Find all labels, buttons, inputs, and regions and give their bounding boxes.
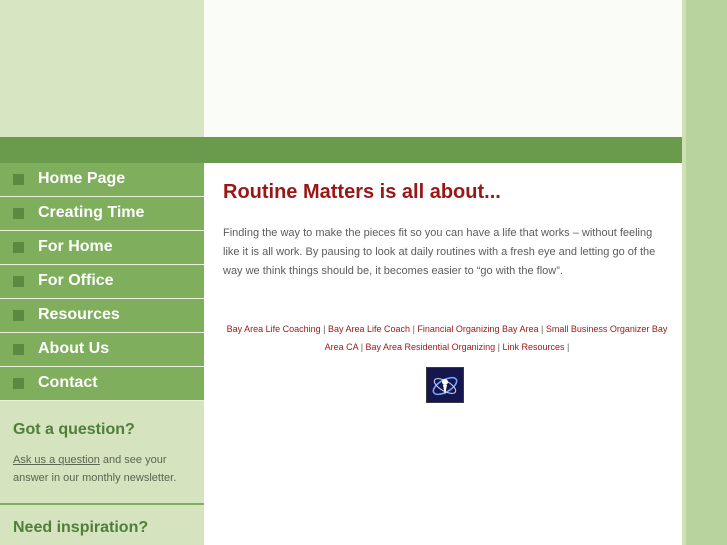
nav-item-creating-time[interactable]: Creating Time bbox=[0, 197, 204, 231]
inspiration-box-title: Need inspiration? bbox=[13, 519, 149, 536]
right-margin-stripe bbox=[682, 0, 686, 545]
link-separator: | bbox=[538, 324, 546, 334]
nav-item-resources[interactable]: Resources bbox=[0, 299, 204, 333]
link-separator: | bbox=[564, 342, 570, 352]
link-financial-organizing[interactable]: Financial Organizing Bay Area bbox=[417, 324, 538, 334]
page-title: Routine Matters is all about... bbox=[223, 181, 501, 203]
square-bullet-icon bbox=[13, 310, 24, 321]
nav-item-label: Home Page bbox=[38, 170, 126, 187]
link-life-coach[interactable]: Bay Area Life Coach bbox=[328, 324, 410, 334]
logo-area bbox=[0, 0, 204, 137]
link-separator: | bbox=[320, 324, 328, 334]
square-bullet-icon bbox=[13, 378, 24, 389]
link-separator: | bbox=[358, 342, 366, 352]
link-resources[interactable]: Link Resources bbox=[502, 342, 564, 352]
nav-item-label: For Home bbox=[38, 238, 113, 255]
nav-item-label: About Us bbox=[38, 340, 110, 357]
nav-item-label: Resources bbox=[38, 306, 120, 323]
question-box-title: Got a question? bbox=[13, 421, 135, 438]
nav-item-for-home[interactable]: For Home bbox=[0, 231, 204, 265]
nav-item-home-page[interactable]: Home Page bbox=[0, 163, 204, 197]
question-box-text: Ask us a question and see your answer in… bbox=[13, 451, 193, 487]
intro-paragraph: Finding the way to make the pieces fit s… bbox=[223, 227, 656, 277]
footer-links: Bay Area Life Coaching | Bay Area Life C… bbox=[223, 320, 671, 356]
main-content: Routine Matters is all about... Finding … bbox=[204, 163, 682, 545]
site-badge-icon[interactable] bbox=[426, 367, 464, 403]
link-residential-organizing[interactable]: Bay Area Residential Organizing bbox=[366, 342, 496, 352]
square-bullet-icon bbox=[13, 344, 24, 355]
header-green-bar bbox=[0, 137, 682, 163]
link-life-coaching[interactable]: Bay Area Life Coaching bbox=[227, 324, 321, 334]
main-navigation: Home Page Creating Time For Home For Off… bbox=[0, 163, 204, 401]
header-banner bbox=[204, 0, 682, 137]
square-bullet-icon bbox=[13, 174, 24, 185]
square-bullet-icon bbox=[13, 242, 24, 253]
question-box: Got a question? Ask us a question and se… bbox=[0, 405, 204, 503]
nav-item-contact[interactable]: Contact bbox=[0, 367, 204, 401]
nav-item-label: Contact bbox=[38, 374, 98, 391]
nav-item-about-us[interactable]: About Us bbox=[0, 333, 204, 367]
nav-item-for-office[interactable]: For Office bbox=[0, 265, 204, 299]
square-bullet-icon bbox=[13, 276, 24, 287]
nav-item-label: Creating Time bbox=[38, 204, 145, 221]
square-bullet-icon bbox=[13, 208, 24, 219]
ask-question-link[interactable]: Ask us a question bbox=[13, 454, 100, 466]
orbit-logo-icon bbox=[427, 368, 463, 402]
nav-item-label: For Office bbox=[38, 272, 114, 289]
inspiration-box: Need inspiration? bbox=[0, 505, 204, 545]
right-margin bbox=[682, 0, 727, 545]
